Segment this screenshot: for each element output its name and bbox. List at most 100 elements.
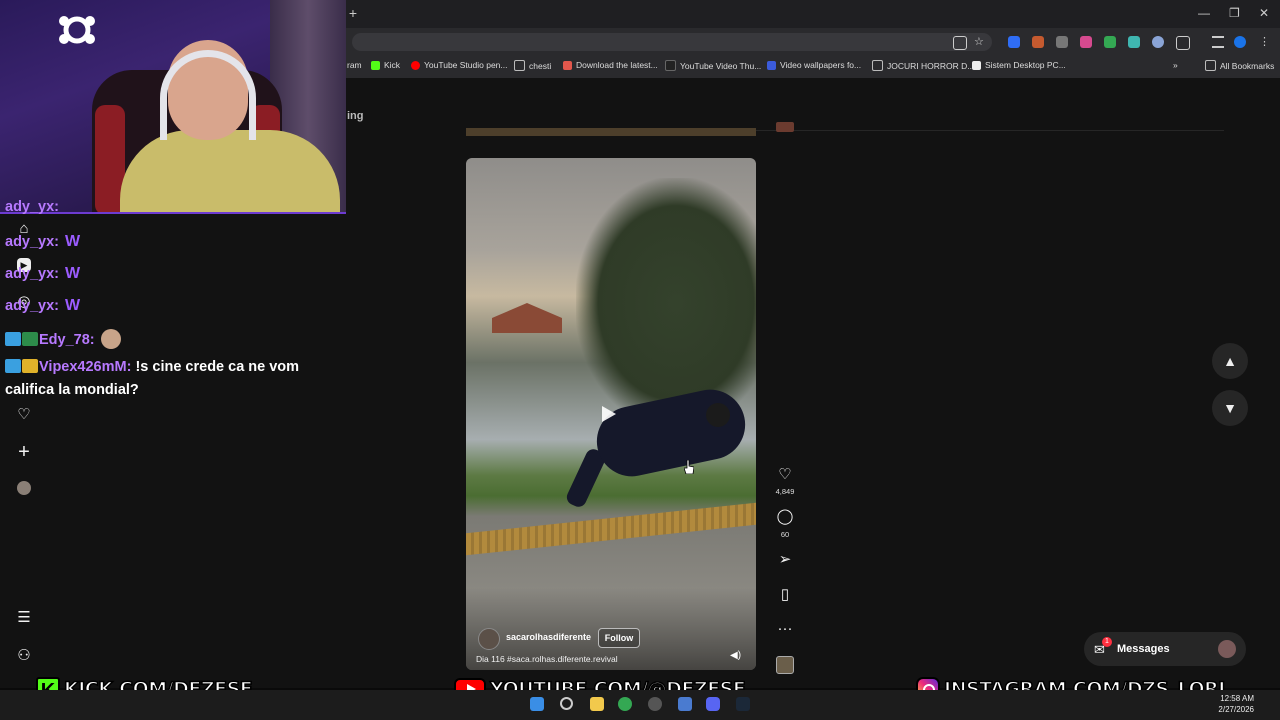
vip-badge-icon [22,359,38,373]
like-heart-icon[interactable]: ♡ [776,466,794,484]
chat-message: ady_yx: W [5,297,81,314]
start-windows-icon[interactable] [530,697,544,711]
kick-icon [371,60,380,70]
extension-icon-6[interactable] [1128,36,1140,48]
create-plus-icon[interactable]: + [14,442,34,462]
chat-message: Edy_78: [5,329,122,349]
chrome-icon[interactable] [618,697,632,711]
site-icon [767,60,776,70]
like-count: 4,849 [775,487,795,496]
audio-thumbnail[interactable] [776,656,794,674]
file-explorer-icon[interactable] [590,697,604,711]
previous-reel-thumbnail[interactable] [776,122,794,132]
folder-icon [1205,60,1216,71]
previous-reel-edge [466,128,756,136]
video-scene-person-head [706,403,730,427]
share-send-icon[interactable]: ➢ [776,551,794,569]
mouse-cursor-icon [684,460,694,474]
reading-list-icon[interactable] [1212,36,1224,48]
reel-video[interactable]: sacarolhasdiferente Follow Dia 116 #saca… [466,158,756,670]
all-bookmarks-folder[interactable]: All Bookmarks [1205,60,1274,71]
user-avatar-emote [100,329,121,349]
youtube-icon [411,60,420,70]
author-avatar[interactable] [478,628,500,650]
extensions-puzzle-icon[interactable] [1176,36,1190,50]
profile-avatar[interactable] [1234,36,1246,48]
emote-w: W [65,265,81,282]
message-avatar [1218,640,1236,658]
pdf-icon [563,60,572,70]
streamer-logo-icon [59,16,95,44]
bookmark-item-sistem-desktop[interactable]: Sistem Desktop PC... [972,60,1066,70]
subscriber-badge-icon [5,359,21,373]
extension-icon-7[interactable] [1152,36,1164,48]
sub-badge-icon [22,332,38,346]
bookmark-item-download[interactable]: Download the latest... [563,60,658,70]
minimize-window-button[interactable]: — [1198,6,1210,20]
bookmark-item-kick[interactable]: Kick [371,60,400,70]
extension-icon-2[interactable] [1032,36,1044,48]
messages-badge: 1 [1102,637,1112,647]
next-reel-chevron-down-icon[interactable]: ▼ [1212,390,1248,426]
chat-message-continuation: califica la mondial? [5,382,139,398]
restore-window-button[interactable]: ❐ [1229,6,1240,20]
comment-icon[interactable]: ◯ [776,508,794,526]
video-scene-tactile-paving [466,502,756,556]
bookmark-star-icon[interactable]: ☆ [974,36,986,48]
clock-time: 12:58 AM [1220,694,1254,703]
bookmark-item-youtube-studio[interactable]: YouTube Studio pen... [411,60,508,70]
extension-icon-1[interactable] [1008,36,1020,48]
extension-icon-5[interactable] [1104,36,1116,48]
apps-grid-icon[interactable]: ⚇ [14,646,34,666]
chat-message: ady_yx: W [5,265,81,282]
page-tab-label[interactable]: ing [347,110,364,122]
bookmark-folder-jocuri[interactable]: JOCURI HORROR D... [872,60,974,71]
folder-icon [872,60,883,71]
windows-taskbar [0,690,1280,720]
comment-count: 60 [780,530,790,539]
steam-icon[interactable] [736,697,750,711]
mute-icon[interactable]: ◀) [730,650,741,661]
folder-icon [514,60,525,71]
streamer-webcam [0,0,346,214]
discord-icon[interactable] [706,697,720,711]
webcam-streamer-body [120,130,340,212]
more-bookmarks-chevron-icon[interactable]: » [1173,60,1178,70]
bookmark-item-video-wallpapers[interactable]: Video wallpapers fo... [767,60,861,70]
messages-label: Messages [1117,643,1170,655]
page-icon [972,60,981,70]
chat-message: Vipex426mM: !s cine crede ca ne vom [5,359,299,375]
bookmark-item-ram[interactable]: ram [347,60,362,70]
address-bar[interactable] [352,33,992,51]
save-bookmark-icon[interactable]: ▯ [776,586,794,604]
extension-icon-3[interactable] [1056,36,1068,48]
video-scene-tree [576,178,756,428]
follow-button[interactable]: Follow [598,628,640,648]
play-icon[interactable] [602,406,616,422]
more-options-icon[interactable]: ··· [776,620,794,638]
taskbar-clock[interactable]: 12:58 AM 2/27/2026 [1208,693,1254,715]
author-username[interactable]: sacarolhasdiferente [506,632,591,642]
clock-date: 2/27/2026 [1218,705,1254,714]
browser-menu-icon[interactable]: ⋮ [1259,36,1271,48]
obs-icon[interactable] [648,697,662,711]
emote-w: W [65,297,81,314]
app-icon[interactable] [678,697,692,711]
chat-message: ady_yx: W [5,233,81,250]
install-app-icon[interactable] [953,36,967,50]
previous-reel-chevron-up-icon[interactable]: ▲ [1212,343,1248,379]
video-scene-building [492,303,562,333]
reel-caption: Dia 116 #saca.rolhas.diferente.revival [476,654,618,664]
close-window-button[interactable]: ✕ [1259,6,1269,20]
profile-avatar[interactable] [17,481,31,495]
site-icon [665,60,676,71]
new-tab-button[interactable]: + [346,6,360,20]
menu-hamburger-icon[interactable]: ☰ [14,608,34,628]
chat-message: ady_yx: [5,199,60,215]
extension-icon-4[interactable] [1080,36,1092,48]
notifications-heart-icon[interactable]: ♡ [14,405,34,425]
subscriber-badge-icon [5,332,21,346]
bookmark-item-youtube-thumbnail[interactable]: YouTube Video Thu... [665,60,761,71]
search-icon[interactable] [560,697,573,710]
bookmark-folder-chesti[interactable]: chesti [514,60,551,71]
